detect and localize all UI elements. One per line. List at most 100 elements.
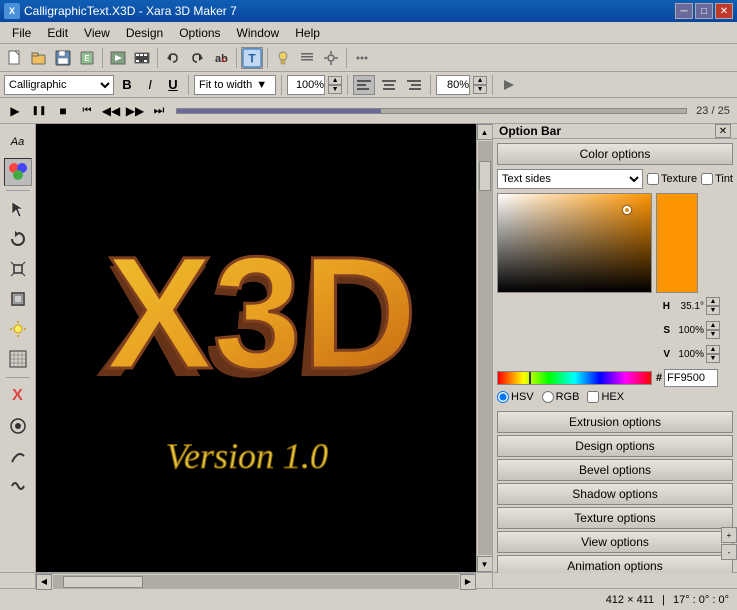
options-button[interactable] [296, 47, 318, 69]
minimize-button[interactable]: ─ [675, 3, 693, 19]
x-tool-button[interactable]: X [4, 382, 32, 410]
play-button[interactable]: ▶ [4, 101, 26, 121]
close-button[interactable]: ✕ [715, 3, 733, 19]
underline-button[interactable]: U [163, 75, 183, 95]
color-options-header[interactable]: Color options [497, 143, 733, 165]
texture-checkbox[interactable] [647, 173, 659, 185]
rgb-radio[interactable] [542, 391, 554, 403]
rgb-radio-label[interactable]: RGB [542, 391, 580, 403]
align-center-button[interactable] [378, 75, 400, 95]
pointer-tool-button[interactable] [4, 195, 32, 223]
scroll-left-button[interactable]: ◀ [36, 574, 52, 590]
path-tool-button[interactable] [4, 442, 32, 470]
scroll-up-button[interactable]: ▲ [477, 124, 493, 140]
font-select[interactable]: Calligraphic [4, 75, 114, 95]
size-up-button[interactable]: ▲ [473, 76, 487, 85]
text-tool-btn[interactable]: T [241, 47, 263, 69]
rotate-tool-button[interactable] [4, 225, 32, 253]
h-down-button[interactable]: ▼ [706, 306, 720, 315]
animation-progress[interactable] [176, 108, 687, 114]
italic-button[interactable]: I [140, 75, 160, 95]
pause-button[interactable]: ❚❚ [28, 101, 50, 121]
zoom-up-button[interactable]: ▲ [328, 76, 342, 85]
export-button[interactable]: E [76, 47, 98, 69]
s-up-button[interactable]: ▲ [706, 321, 720, 330]
stop-button[interactable]: ■ [52, 101, 74, 121]
zoom-in-button[interactable]: + [721, 527, 737, 543]
light-tool-button[interactable] [4, 315, 32, 343]
hscroll-track[interactable] [53, 575, 459, 589]
preview-button[interactable] [107, 47, 129, 69]
h-up-button[interactable]: ▲ [706, 297, 720, 306]
s-spinner[interactable]: ▲ ▼ [706, 321, 720, 339]
align-left-button[interactable] [353, 75, 375, 95]
design-options-btn[interactable]: Design options [497, 435, 733, 457]
align-right-button[interactable] [403, 75, 425, 95]
panel-close-button[interactable]: ✕ [715, 124, 731, 138]
save-button[interactable] [52, 47, 74, 69]
settings-button[interactable] [320, 47, 342, 69]
menu-help[interactable]: Help [287, 24, 328, 42]
bulb-button[interactable] [272, 47, 294, 69]
extrusion-options-btn[interactable]: Extrusion options [497, 411, 733, 433]
zoom-input[interactable] [287, 75, 325, 95]
scroll-right-button[interactable]: ▶ [460, 574, 476, 590]
hsv-radio-label[interactable]: HSV [497, 391, 534, 403]
extrude-tool-button[interactable] [4, 255, 32, 283]
menu-edit[interactable]: Edit [39, 24, 76, 42]
new-button[interactable] [4, 47, 26, 69]
bevel-tool-button[interactable] [4, 285, 32, 313]
hscroll-thumb[interactable] [63, 576, 143, 588]
maximize-button[interactable]: □ [695, 3, 713, 19]
size-input[interactable] [436, 75, 470, 95]
color-preview[interactable] [656, 193, 698, 293]
hex-input[interactable] [664, 369, 718, 387]
rewind-button[interactable]: ⏮ [76, 101, 98, 121]
fx-tool-button[interactable] [4, 472, 32, 500]
menu-design[interactable]: Design [118, 24, 171, 42]
color-dropdown[interactable]: Text sides [497, 169, 643, 189]
back-button[interactable]: ◀◀ [100, 101, 122, 121]
bevel-options-btn[interactable]: Bevel options [497, 459, 733, 481]
zoom-down-button[interactable]: ▼ [328, 85, 342, 94]
hue-bar[interactable] [497, 371, 652, 385]
spellcheck-button[interactable]: abc [210, 47, 232, 69]
bold-button[interactable]: B [117, 75, 137, 95]
movie-button[interactable] [131, 47, 153, 69]
scroll-down-button[interactable]: ▼ [477, 556, 493, 572]
extra-btn[interactable] [498, 74, 520, 96]
texture-options-btn[interactable]: Texture options [497, 507, 733, 529]
horizontal-scrollbar[interactable]: ◀ ▶ [36, 573, 476, 589]
h-spinner[interactable]: ▲ ▼ [706, 297, 720, 315]
v-down-button[interactable]: ▼ [706, 354, 720, 363]
color-tool-button[interactable] [4, 158, 32, 186]
open-button[interactable] [28, 47, 50, 69]
scroll-thumb-v[interactable] [479, 161, 491, 191]
menu-view[interactable]: View [76, 24, 118, 42]
hex-checkbox[interactable] [587, 391, 599, 403]
size-spinner[interactable]: ▲ ▼ [473, 76, 487, 94]
forward-button[interactable]: ▶▶ [124, 101, 146, 121]
hex-checkbox-label[interactable]: HEX [587, 391, 624, 403]
menu-options[interactable]: Options [171, 24, 228, 42]
redo-button[interactable] [186, 47, 208, 69]
v-spinner[interactable]: ▲ ▼ [706, 345, 720, 363]
shadow-options-btn[interactable]: Shadow options [497, 483, 733, 505]
texture-checkbox-label[interactable]: Texture [647, 173, 697, 185]
tint-checkbox-label[interactable]: Tint [701, 173, 733, 185]
menu-file[interactable]: File [4, 24, 39, 42]
menu-window[interactable]: Window [229, 24, 288, 42]
tint-checkbox[interactable] [701, 173, 713, 185]
size-down-button[interactable]: ▼ [473, 85, 487, 94]
s-down-button[interactable]: ▼ [706, 330, 720, 339]
end-button[interactable]: ⏭ [148, 101, 170, 121]
texture-tool-button[interactable] [4, 345, 32, 373]
hsv-radio[interactable] [497, 391, 509, 403]
font-tool-button[interactable]: Aa [4, 128, 32, 156]
more-button[interactable] [351, 47, 373, 69]
undo-button[interactable] [162, 47, 184, 69]
zoom-out-button[interactable]: - [721, 544, 737, 560]
view-options-btn[interactable]: View options [497, 531, 733, 553]
fit-dropdown[interactable]: Fit to width ▼ [194, 75, 276, 95]
zoom-spinner[interactable]: ▲ ▼ [328, 76, 342, 94]
